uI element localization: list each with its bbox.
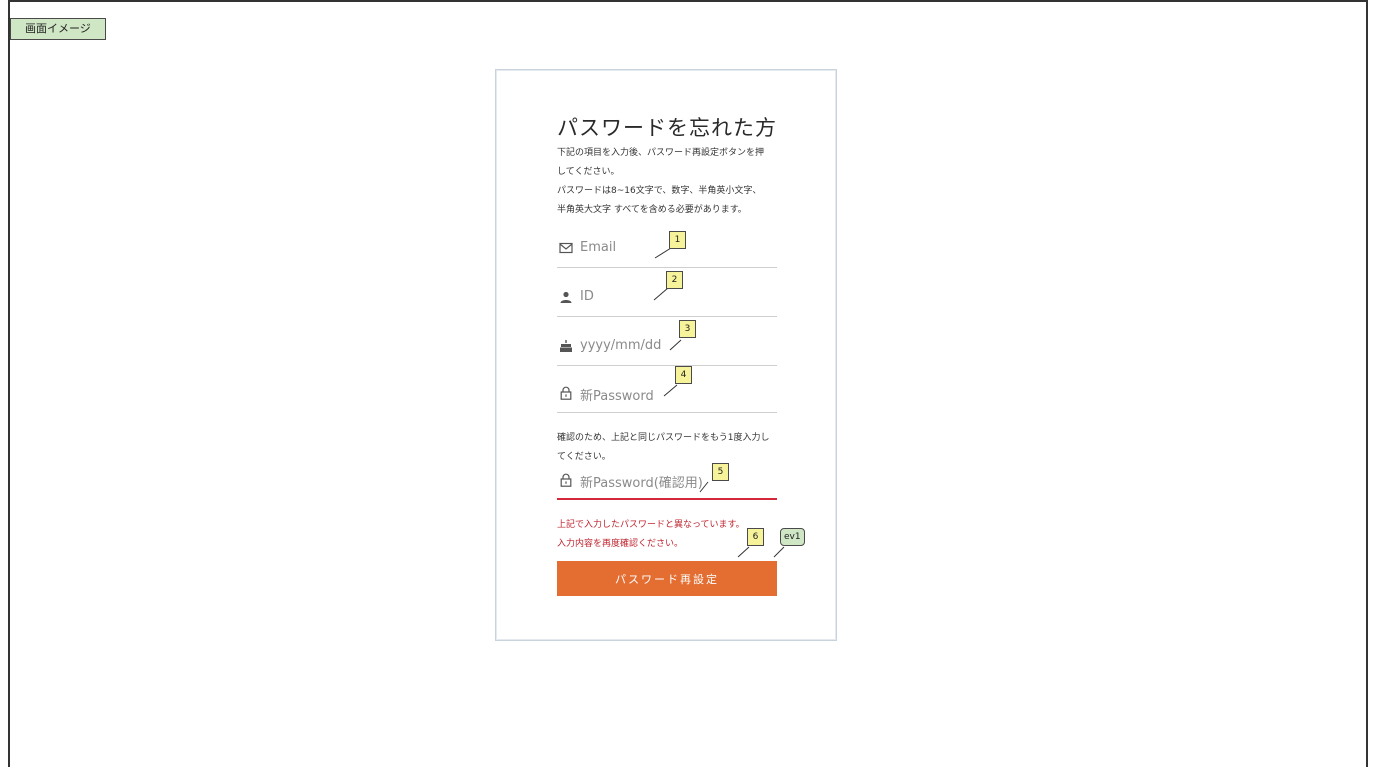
callout-6: 6 xyxy=(747,528,764,546)
mail-icon xyxy=(559,242,573,254)
confirm-note: 確認のため、上記と同じパスワードをもう1度入力し てください。 xyxy=(557,429,787,467)
callout-ev1: ev1 xyxy=(780,528,805,546)
user-icon xyxy=(560,291,572,303)
new-password-placeholder: 新Password xyxy=(580,389,654,404)
page-title: パスワードを忘れた方 xyxy=(557,116,777,140)
callout-1: 1 xyxy=(669,231,686,249)
callout-2: 2 xyxy=(666,271,683,289)
confirm-password-field[interactable]: 新Password(確認用) xyxy=(557,464,777,500)
new-password-field[interactable]: 新Password xyxy=(557,377,777,413)
cake-icon xyxy=(560,340,572,352)
birthday-field[interactable]: yyyy/mm/dd xyxy=(557,330,777,366)
birthday-placeholder: yyyy/mm/dd xyxy=(580,338,662,353)
instructions-line: 半角英大文字 すべてを含める必要があります。 xyxy=(557,205,747,215)
callout-4: 4 xyxy=(675,366,692,384)
email-placeholder: Email xyxy=(580,240,617,255)
error-message-line: 上記で入力したパスワードと異なっています。 xyxy=(557,520,745,530)
callout-5: 5 xyxy=(712,463,729,481)
reset-password-button[interactable]: パスワード再設定 xyxy=(557,561,777,596)
email-field[interactable]: Email xyxy=(557,232,777,268)
callout-3: 3 xyxy=(679,320,696,338)
instructions-line: 下記の項目を入力後、パスワード再設定ボタンを押 xyxy=(557,148,765,158)
instructions: 下記の項目を入力後、パスワード再設定ボタンを押 してください。 パスワードは8~… xyxy=(557,144,787,220)
error-message-line: 入力内容を再度確認ください。 xyxy=(557,539,684,549)
lock-icon xyxy=(560,473,572,487)
id-placeholder: ID xyxy=(580,289,594,304)
instructions-line: してください。 xyxy=(557,167,620,177)
confirm-note-line: 確認のため、上記と同じパスワードをもう1度入力し xyxy=(557,433,770,443)
confirm-password-placeholder: 新Password(確認用) xyxy=(580,476,703,491)
instructions-line: パスワードは8~16文字で、数字、半角英小文字、 xyxy=(557,186,762,196)
lock-icon xyxy=(560,386,572,400)
error-message: 上記で入力したパスワードと異なっています。 入力内容を再度確認ください。 xyxy=(557,516,745,554)
screen-image-tag: 画面イメージ xyxy=(10,18,106,40)
